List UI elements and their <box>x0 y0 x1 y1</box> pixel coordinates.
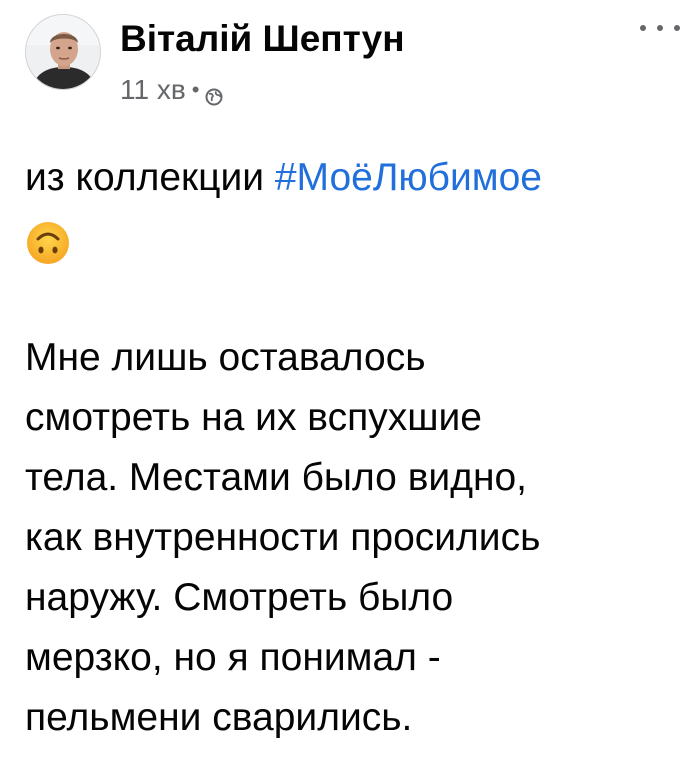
facebook-post: Віталій Шептун 11 хв • из коллекции #Моё… <box>0 0 700 770</box>
post-body-line: смотреть на их вспухшие <box>25 396 482 439</box>
hashtag-link[interactable]: #МоёЛюбимое <box>275 156 542 199</box>
more-dots-icon[interactable] <box>640 18 680 38</box>
post-body-line: как внутренности просились <box>25 516 541 559</box>
emoji-line <box>25 208 690 268</box>
avatar[interactable] <box>25 14 101 90</box>
post-body-line: Мне лишь оставалось <box>25 336 426 379</box>
post-body-line: тела. Местами было видно, <box>25 456 528 499</box>
post-body-line: пельмени сварились. <box>25 696 413 739</box>
author-name[interactable]: Віталій Шептун <box>120 18 405 60</box>
post-text: из коллекции #МоёЛюбимое Мне лишь остава… <box>25 148 690 748</box>
globe-icon[interactable] <box>205 81 223 106</box>
post-body-line: мерзко, но я понимал - <box>25 636 441 679</box>
meta-separator: • <box>191 77 200 102</box>
upside-down-face-icon <box>27 221 69 264</box>
post-header: Віталій Шептун 11 хв • <box>20 12 680 112</box>
avatar-photo <box>26 15 100 89</box>
post-intro-line: из коллекции #МоёЛюбимое <box>25 148 690 208</box>
timestamp[interactable]: 11 хв <box>120 74 186 106</box>
post-meta: 11 хв • <box>120 74 223 106</box>
post-body-line: наружу. Смотреть было <box>25 576 454 619</box>
post-intro-text: из коллекции <box>25 156 275 199</box>
